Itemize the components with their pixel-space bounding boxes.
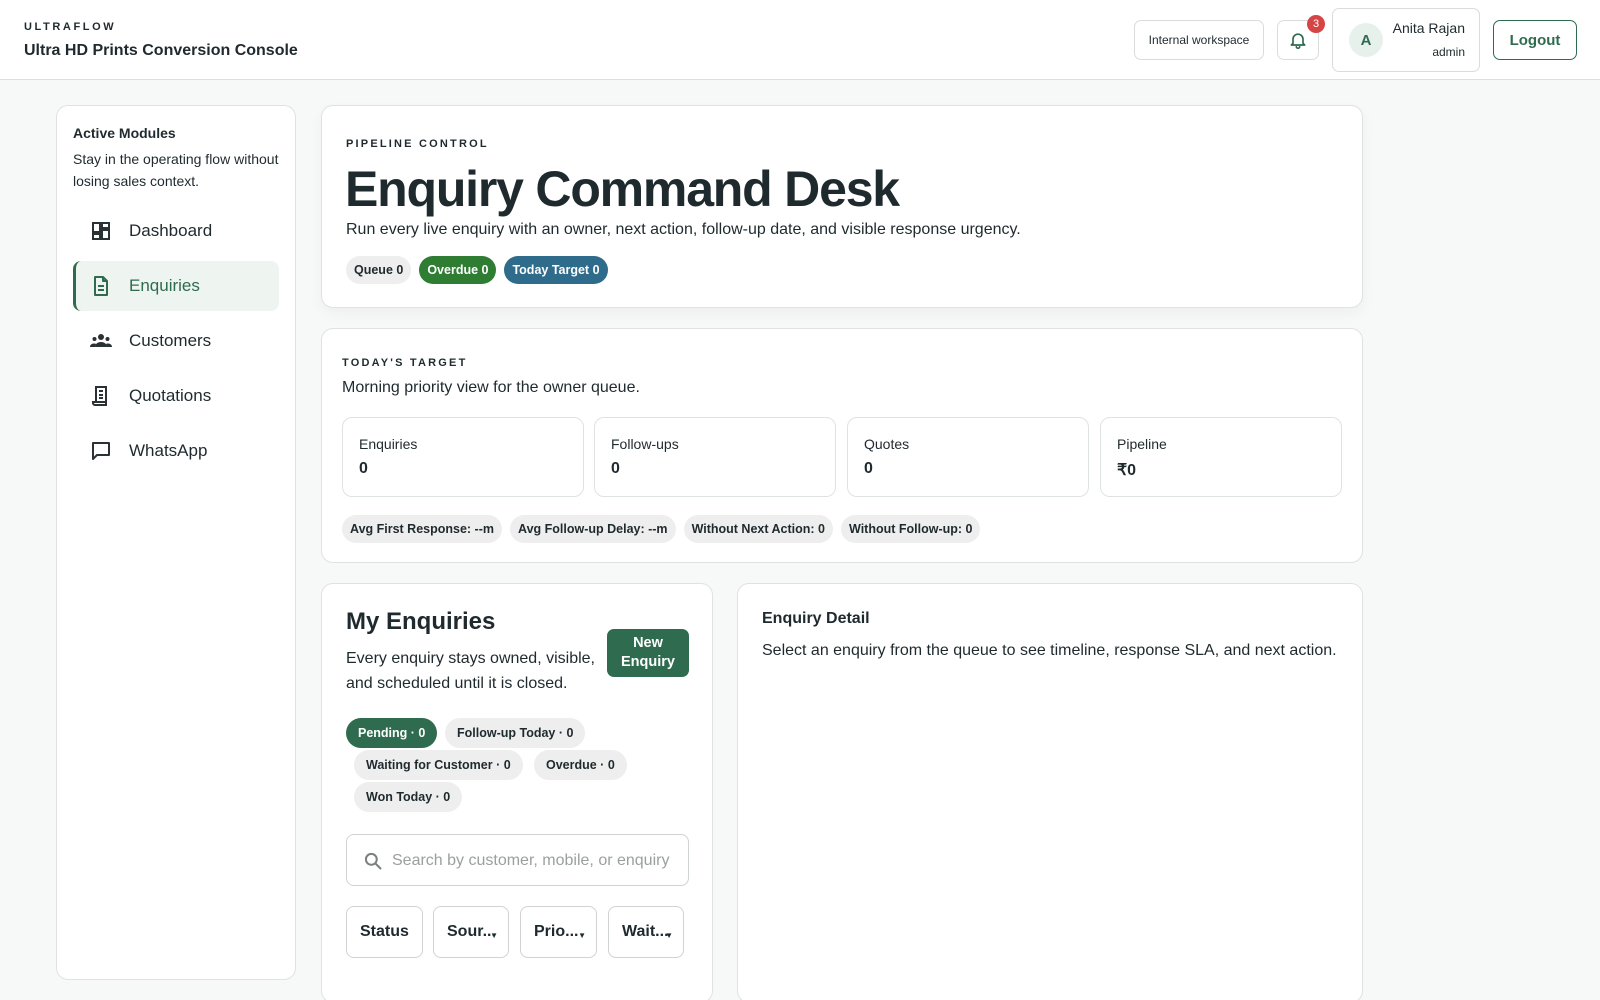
stat-value: ₹0: [1117, 462, 1137, 479]
metric-pill: Avg First Response: --m: [342, 515, 503, 543]
people-icon: [90, 334, 112, 347]
app-title: Ultra HD Prints Conversion Console: [24, 42, 298, 59]
source-select[interactable]: Sour... ▼: [433, 906, 509, 958]
pipeline-control-card: PIPELINE CONTROL Enquiry Command Desk Ru…: [321, 105, 1363, 308]
today-target-pill: Today Target 0: [504, 256, 608, 284]
target-subtitle: Morning priority view for the owner queu…: [342, 379, 640, 396]
sidebar-item-enquiries[interactable]: Enquiries: [73, 261, 279, 311]
page-subtitle: Run every live enquiry with an owner, ne…: [346, 221, 1021, 238]
sidebar-item-whatsapp[interactable]: WhatsApp: [73, 426, 279, 476]
enquiry-detail-card: Enquiry Detail Select an enquiry from th…: [737, 583, 1363, 1000]
chevron-down-icon: ▼: [578, 931, 586, 940]
document-icon: [94, 276, 108, 296]
page-title: Enquiry Command Desk: [345, 161, 900, 217]
user-name: Anita Rajan: [1392, 20, 1465, 36]
search-icon: [364, 852, 382, 870]
dashboard-icon: [92, 222, 110, 240]
metric-pill: Without Follow-up: 0: [841, 515, 981, 543]
bell-icon: [1290, 33, 1306, 50]
sidebar-description: Stay in the operating flow without losin…: [73, 151, 279, 189]
chevron-down-icon: ▼: [665, 931, 673, 940]
logout-button[interactable]: Logout: [1493, 20, 1577, 60]
hero-kicker: PIPELINE CONTROL: [346, 138, 489, 150]
stat-label: Quotes: [864, 436, 910, 452]
chat-icon: [92, 442, 110, 460]
user-menu[interactable]: A Anita Rajan admin: [1332, 8, 1480, 72]
filter-pending[interactable]: Pending · 0: [346, 718, 438, 748]
filter-waiting-for-customer[interactable]: Waiting for Customer · 0: [354, 750, 523, 780]
select-label: Wait...: [622, 923, 669, 940]
filter-won-today[interactable]: Won Today · 0: [354, 782, 463, 812]
waiting-select[interactable]: Wait... ▼: [608, 906, 684, 958]
stat-value: 0: [611, 460, 620, 477]
sidebar-item-label: Enquiries: [129, 276, 200, 295]
sidebar-item-label: Quotations: [129, 386, 212, 405]
sidebar-item-customers[interactable]: Customers: [73, 316, 279, 366]
sidebar-item-label: Customers: [129, 331, 212, 350]
target-kicker: TODAY'S TARGET: [342, 357, 468, 369]
stat-quotes: Quotes 0: [847, 417, 1089, 497]
notification-badge: 3: [1307, 15, 1325, 33]
search-box: [346, 834, 689, 886]
detail-empty-state: Select an enquiry from the queue to see …: [762, 642, 1337, 659]
sidebar-item-quotations[interactable]: Quotations: [73, 371, 279, 421]
stat-label: Follow-ups: [611, 436, 679, 452]
metric-pills: Avg First Response: --m Avg Follow-up De…: [342, 515, 981, 543]
stat-label: Pipeline: [1117, 436, 1167, 452]
receipt-icon: [92, 386, 107, 406]
status-select[interactable]: Status: [346, 906, 423, 958]
stat-enquiries: Enquiries 0: [342, 417, 584, 497]
filter-follow-up-today[interactable]: Follow-up Today · 0: [445, 718, 586, 748]
select-label: Sour...: [447, 923, 496, 940]
sidebar-title: Active Modules: [73, 125, 176, 141]
filter-overdue[interactable]: Overdue · 0: [534, 750, 627, 780]
stat-pipeline: Pipeline ₹0: [1100, 417, 1342, 497]
chevron-down-icon: ▼: [490, 931, 498, 940]
notifications-button[interactable]: 3: [1277, 15, 1325, 60]
stat-label: Enquiries: [359, 436, 418, 452]
search-input[interactable]: [392, 845, 677, 877]
workspace-chip[interactable]: Internal workspace: [1134, 20, 1264, 60]
sidebar-item-dashboard[interactable]: Dashboard: [73, 206, 279, 256]
stat-follow-ups: Follow-ups 0: [594, 417, 836, 497]
enquiries-subtitle: Every enquiry stays owned, visible, and …: [346, 650, 595, 692]
brand-kicker: ULTRAFLOW: [24, 21, 117, 33]
select-label: Status: [360, 923, 409, 940]
sidebar-item-label: WhatsApp: [129, 441, 208, 460]
hero-pills: Queue 0 Overdue 0 Today Target 0: [346, 256, 608, 284]
metric-pill: Without Next Action: 0: [683, 515, 834, 543]
user-role: admin: [1432, 45, 1465, 59]
detail-title: Enquiry Detail: [762, 610, 870, 627]
avatar: A: [1349, 23, 1383, 57]
sidebar: Active Modules Stay in the operating flo…: [56, 105, 296, 980]
todays-target-card: TODAY'S TARGET Morning priority view for…: [321, 328, 1363, 563]
metric-pill: Avg Follow-up Delay: --m: [510, 515, 676, 543]
sidebar-item-label: Dashboard: [129, 221, 213, 240]
priority-select[interactable]: Prio... ▼: [520, 906, 597, 958]
select-label: Prio...: [534, 923, 579, 940]
top-bar: ULTRAFLOW Ultra HD Prints Conversion Con…: [0, 0, 1600, 80]
enquiries-title: My Enquiries: [346, 608, 496, 635]
stat-value: 0: [864, 460, 873, 477]
new-enquiry-button[interactable]: New Enquiry: [607, 629, 689, 677]
queue-pill: Queue 0: [346, 256, 412, 284]
stat-value: 0: [359, 460, 368, 477]
overdue-pill: Overdue 0: [419, 256, 497, 284]
my-enquiries-card: My Enquiries Every enquiry stays owned, …: [321, 583, 713, 1000]
